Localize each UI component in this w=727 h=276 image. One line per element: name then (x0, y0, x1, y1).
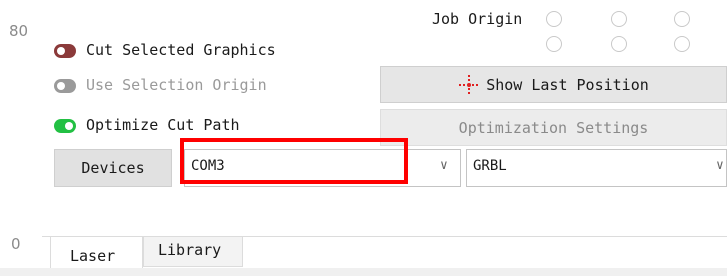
crosshair-icon (459, 74, 480, 95)
use-selection-origin-label: Use Selection Origin (86, 76, 267, 94)
chevron-down-icon: ∨ (440, 158, 448, 173)
job-origin-radio-middle-center[interactable] (611, 36, 627, 52)
cut-selected-graphics-label: Cut Selected Graphics (86, 41, 276, 59)
ruler-value-top: 80 (9, 22, 29, 40)
tab-library[interactable]: Library (143, 237, 243, 267)
job-origin-label: Job Origin (432, 10, 523, 28)
job-origin-radio-top-left[interactable] (546, 11, 562, 27)
job-origin-radio-top-center[interactable] (611, 11, 627, 27)
optimization-settings-label: Optimization Settings (458, 118, 649, 137)
toggle-knob (57, 82, 65, 90)
tab-laser-label: Laser (70, 247, 116, 265)
chevron-down-icon: ∨ (716, 158, 724, 173)
job-origin-radio-top-right[interactable] (674, 11, 690, 27)
show-last-position-button[interactable]: Show Last Position (380, 66, 727, 103)
devices-button[interactable]: Devices (54, 149, 172, 187)
show-last-position-label: Show Last Position (486, 75, 649, 94)
tab-library-label: Library (158, 241, 222, 259)
ruler-value-bottom: 0 (11, 235, 21, 253)
toggle-knob (65, 122, 73, 130)
status-strip (0, 268, 727, 276)
job-origin-radio-middle-right[interactable] (674, 36, 690, 52)
toggle-knob (57, 47, 65, 55)
use-selection-origin-toggle[interactable] (54, 79, 76, 93)
job-origin-radio-middle-left[interactable] (546, 36, 562, 52)
device-type-select[interactable]: GRBL ∨ (466, 149, 727, 187)
optimize-cut-path-label: Optimize Cut Path (86, 116, 240, 134)
device-type-select-value: GRBL (473, 158, 507, 174)
devices-label: Devices (81, 159, 145, 177)
optimization-settings-button[interactable]: Optimization Settings (380, 109, 727, 146)
optimize-cut-path-toggle[interactable] (54, 119, 76, 133)
highlight-box (180, 138, 408, 184)
cut-selected-graphics-toggle[interactable] (54, 44, 76, 58)
